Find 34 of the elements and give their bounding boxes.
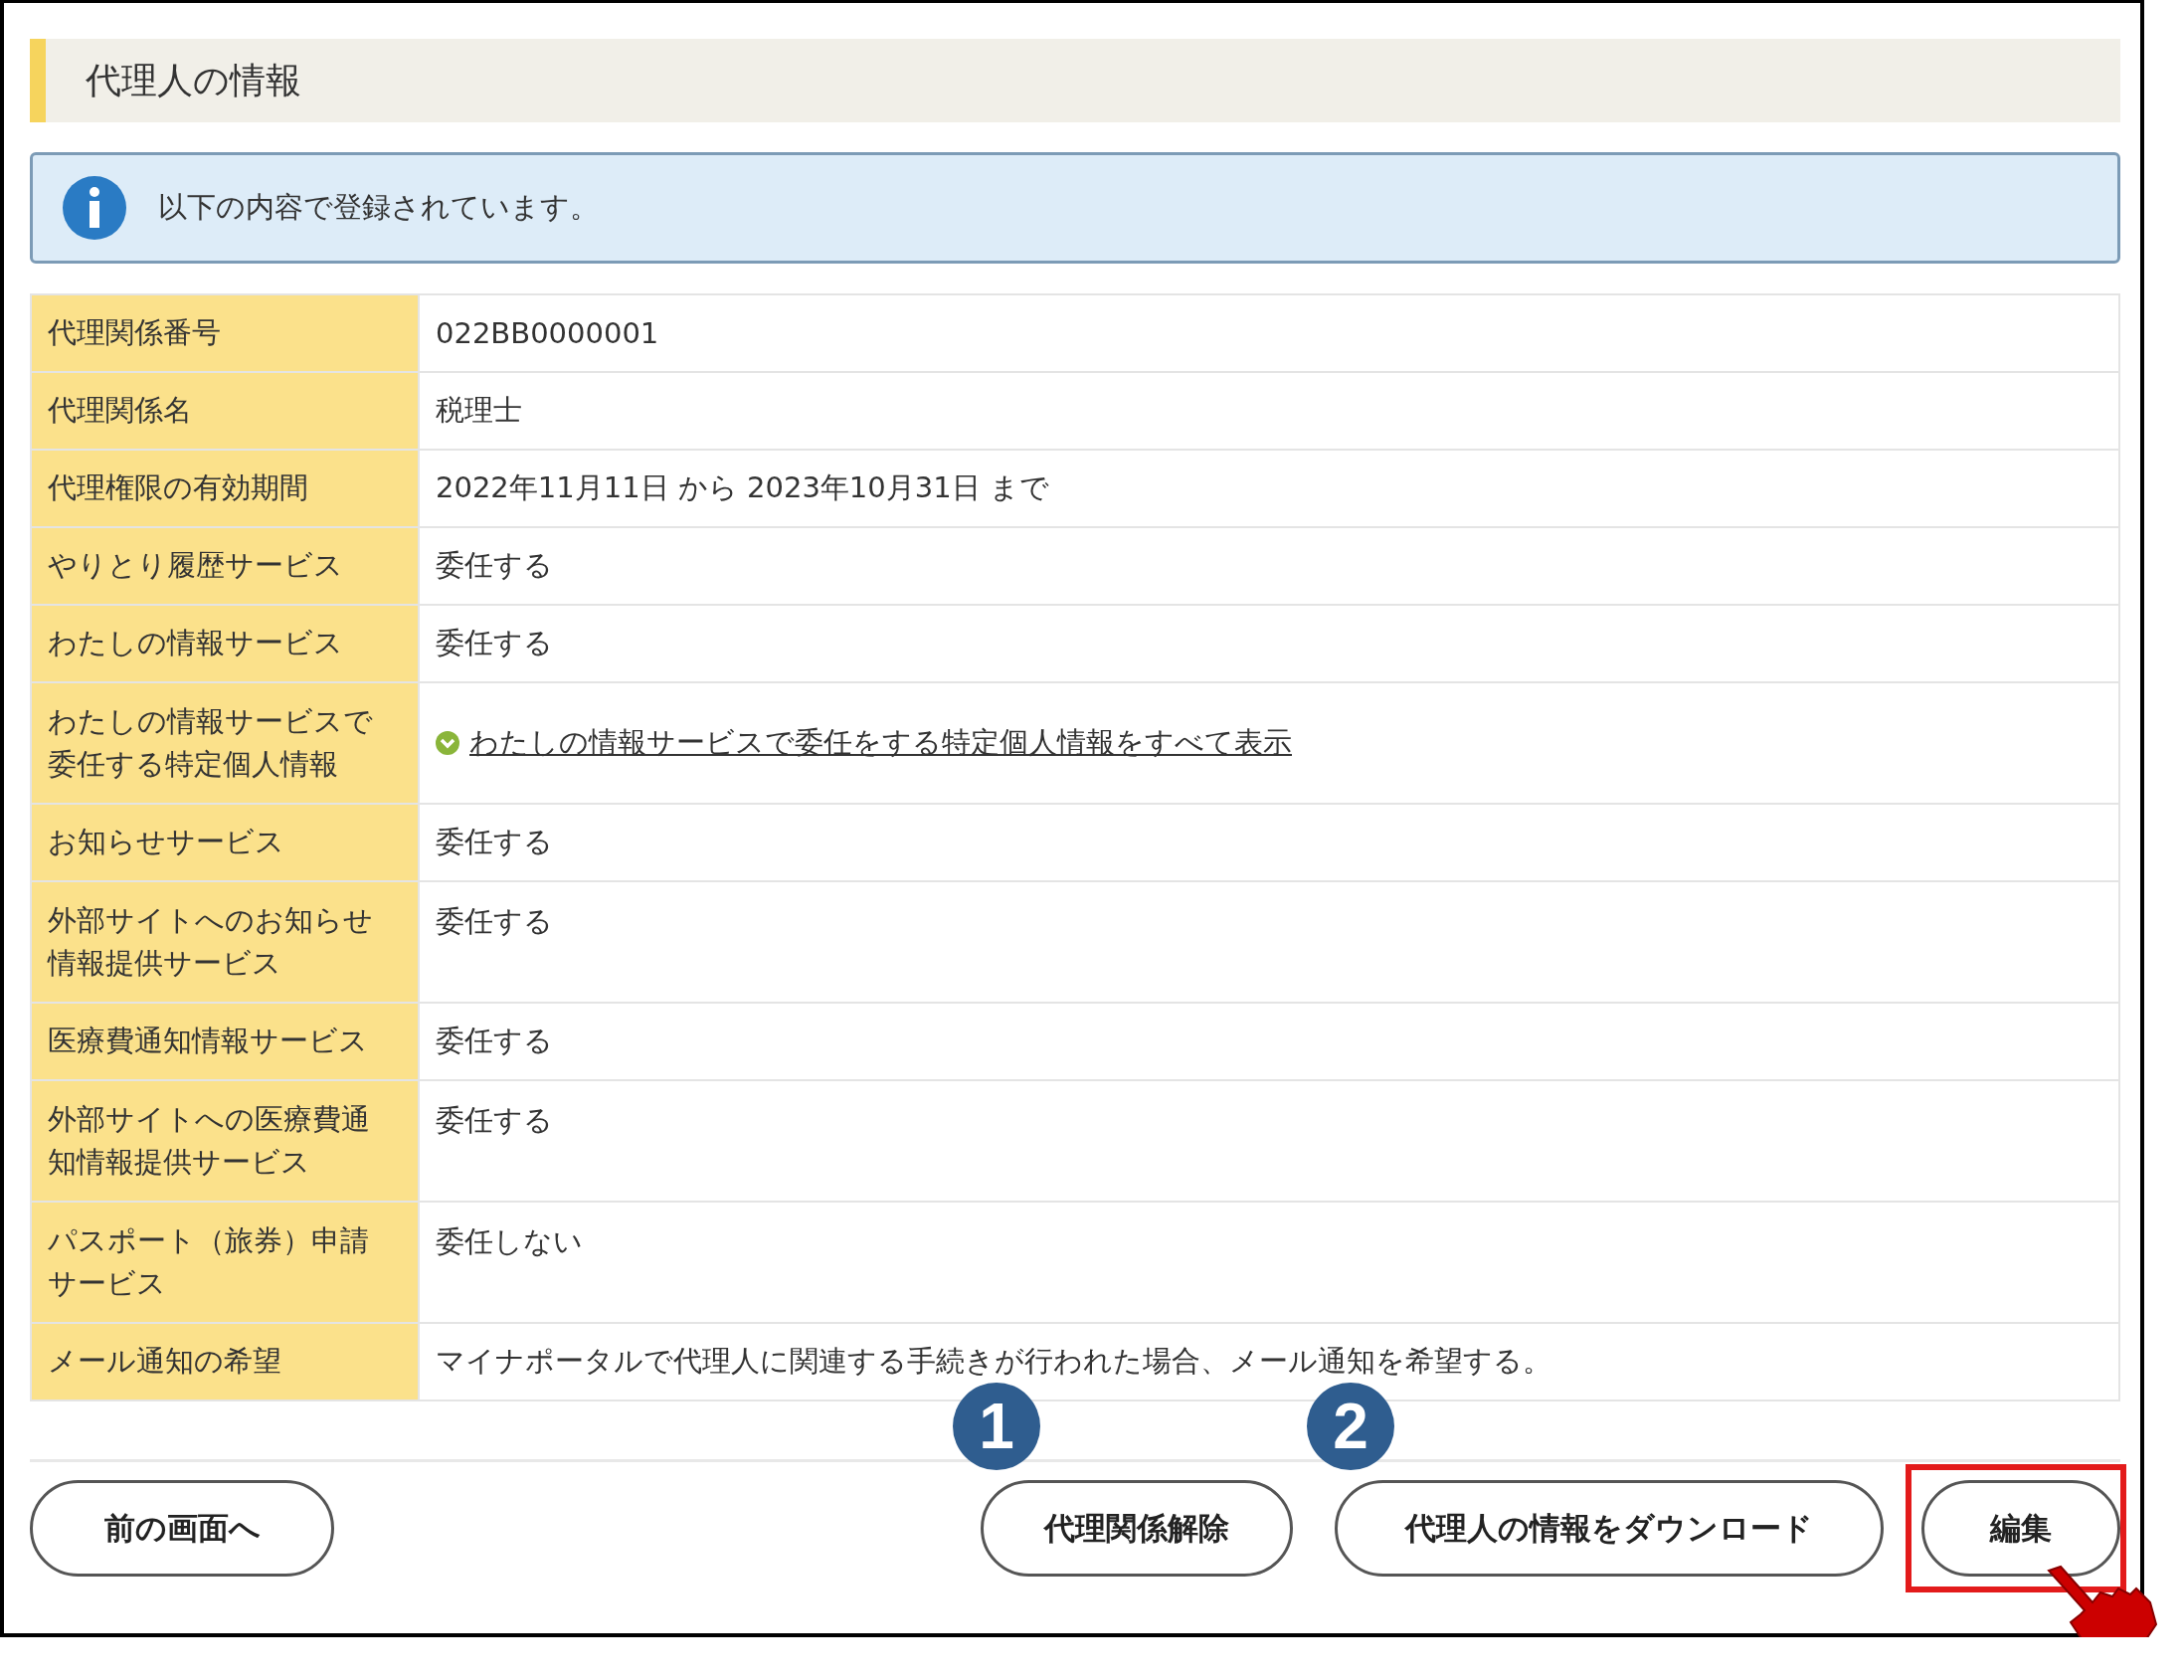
label-text: 医療費通知情報サービス (48, 1023, 368, 1060)
value-text: 委任する (436, 547, 553, 584)
action-button[interactable]: 代理関係解除 (981, 1480, 1293, 1577)
value-text: 委任する (436, 824, 553, 860)
value-text: 税理士 (436, 392, 522, 429)
show-all-link[interactable]: わたしの情報サービスで委任をする特定個人情報をすべて表示 (469, 723, 1292, 763)
value-text: マイナポータルで代理人に関連する手続きが行われた場合、メール通知を希望する。 (436, 1343, 1551, 1380)
action-button[interactable]: 代理人の情報をダウンロード (1335, 1480, 1884, 1577)
label-text: お知らせサービス (48, 824, 284, 861)
value-text: 委任する (436, 903, 553, 940)
label-text: 代理権限の有効期間 (48, 469, 308, 507)
notice-text: 以下の内容で登録されています。 (158, 189, 599, 226)
step-marker: 2 (1307, 1383, 1394, 1470)
label-text: 外部サイトへの医療費通知情報提供サービス (48, 1100, 371, 1181)
section-title: 代理人の情報 (86, 58, 301, 102)
back-button[interactable]: 前の画面へ (30, 1480, 334, 1577)
action-button[interactable]: 編集 (1921, 1480, 2120, 1577)
value-text: 2022年11月11日 から 2023年10月31日 まで (436, 469, 1049, 506)
label-text: やりとり履歴サービス (48, 547, 343, 585)
label-text: わたしの情報サービスで委任する特定個人情報 (48, 702, 374, 783)
step-marker: 1 (953, 1383, 1040, 1470)
value-text: 委任する (436, 625, 553, 661)
value-text: 委任しない (436, 1223, 583, 1260)
chevron-down-icon (436, 731, 459, 755)
value-text: 委任する (436, 1102, 553, 1139)
label-text: わたしの情報サービス (48, 625, 343, 662)
label-text: メール通知の希望 (48, 1343, 281, 1381)
label-text: 代理関係番号 (48, 314, 221, 352)
label-text: 外部サイトへのお知らせ情報提供サービス (48, 901, 374, 982)
info-icon (63, 176, 126, 240)
label-text: 代理関係名 (48, 392, 192, 430)
value-text: 022BB0000001 (436, 316, 659, 350)
value-text: 委任する (436, 1023, 553, 1059)
label-text: パスポート（旅券）申請サービス (48, 1221, 370, 1302)
